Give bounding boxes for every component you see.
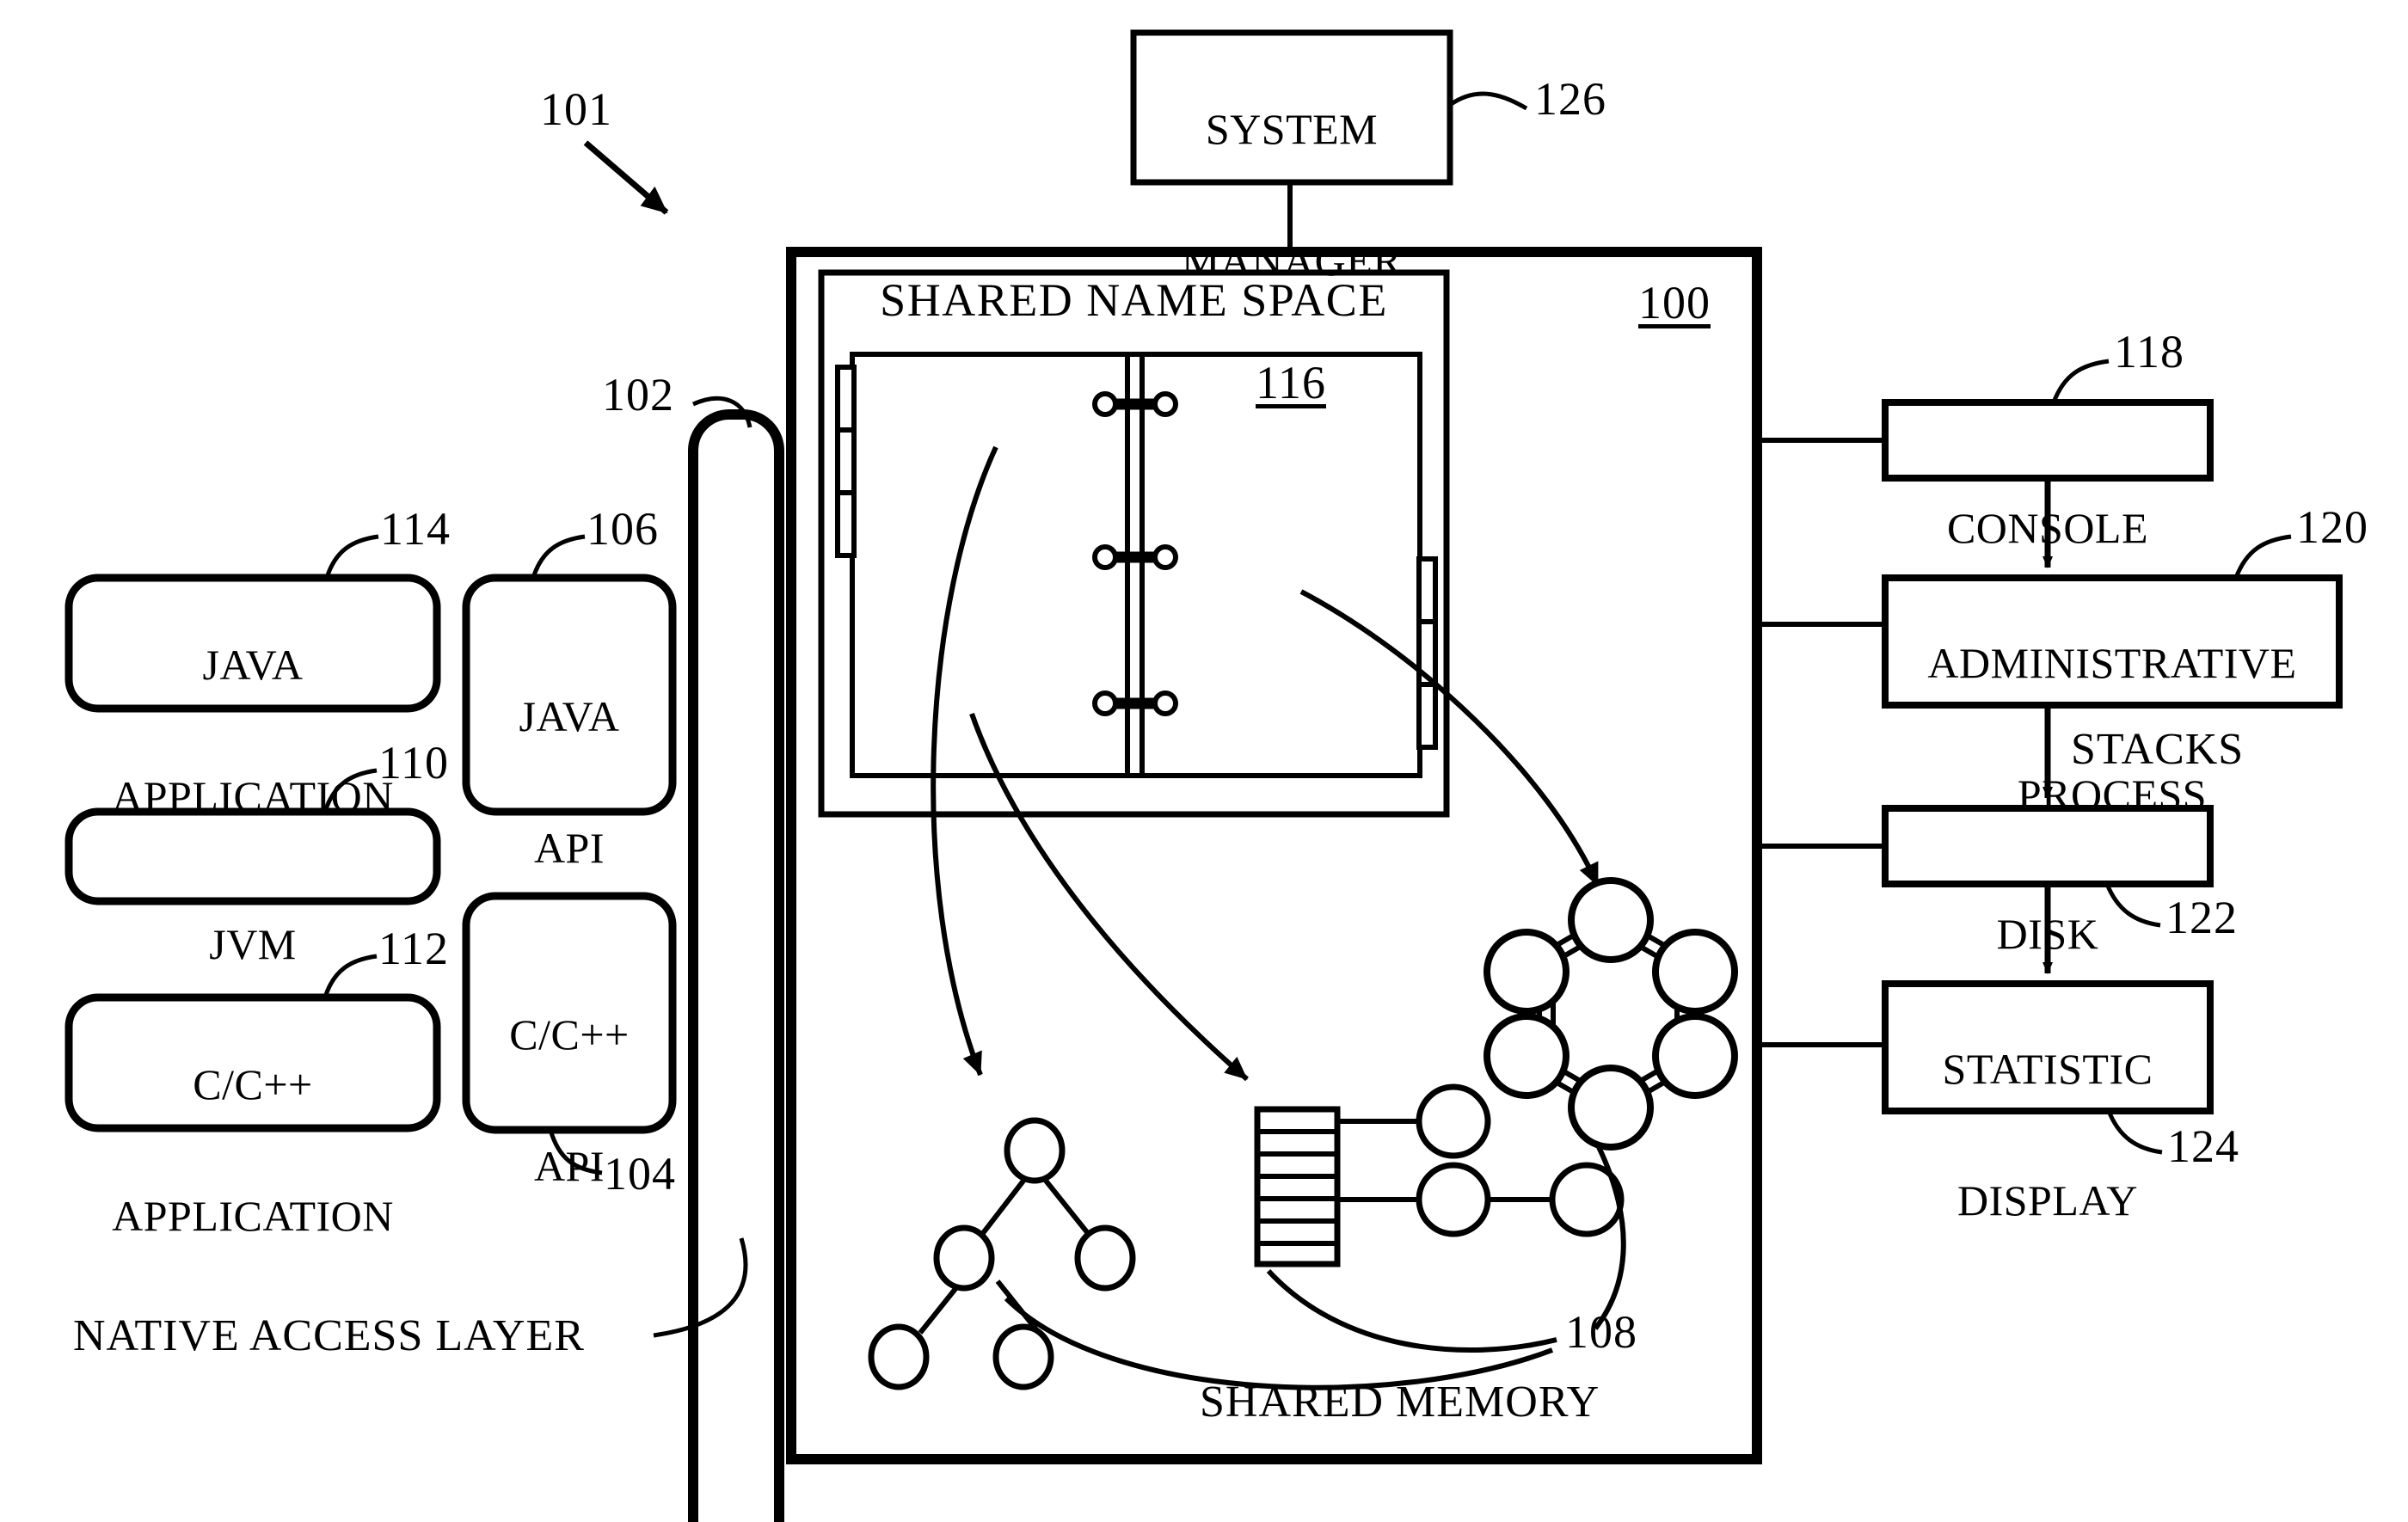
tree-node-leaf-1 <box>868 1323 930 1390</box>
ring-node-1 <box>1568 877 1654 963</box>
statistic-display-ref: 124 <box>2167 1120 2239 1172</box>
main-box-ref: 100 <box>1638 277 1711 328</box>
system-manager-box[interactable]: SYSTEM MANAGER <box>1133 33 1450 283</box>
native-access-layer-ref: 102 <box>602 369 674 420</box>
administrative-process-box[interactable]: ADMINISTRATIVE PROCESS <box>1885 578 2339 817</box>
figure-ref-101-arrow <box>583 140 669 215</box>
tree-node-leaf-2 <box>992 1323 1054 1390</box>
administrative-process-ref: 120 <box>2296 501 2368 553</box>
figure-ref-101: 101 <box>540 83 612 135</box>
shared-name-space-ref: 116 <box>1256 357 1326 408</box>
administrative-process-label-line1: ADMINISTRATIVE <box>1927 639 2297 687</box>
tree-node-left <box>933 1224 995 1292</box>
ring-node-5 <box>1652 1013 1738 1099</box>
jvm-box[interactable]: JVM <box>69 812 437 966</box>
hash-chain-node-2 <box>1416 1162 1491 1237</box>
c-application-label-line1: C/C++ <box>193 1060 313 1108</box>
jvm-label: JVM <box>209 919 297 968</box>
system-manager-label-line1: SYSTEM <box>1205 105 1379 153</box>
java-application-ref: 114 <box>380 503 451 555</box>
shared-name-space-title: SHARED NAME SPACE <box>880 274 1388 326</box>
binder-notebook-icon <box>835 352 1438 778</box>
tree-node-root <box>1004 1117 1066 1184</box>
java-api-box[interactable]: JAVA API <box>466 578 673 870</box>
statistic-display-box[interactable]: STATISTIC DISPLAY <box>1885 984 2210 1223</box>
java-application-box[interactable]: JAVA APPLICATION <box>69 578 437 819</box>
ring-node-4 <box>1484 1013 1570 1099</box>
c-api-box[interactable]: C/C++ API <box>466 896 673 1188</box>
ring-node-6 <box>1568 1065 1654 1151</box>
ring-node-3 <box>1652 929 1738 1015</box>
system-manager-ref: 126 <box>1534 73 1606 125</box>
console-box[interactable]: CONSOLE <box>1885 402 2210 549</box>
ring-node-2 <box>1484 929 1570 1015</box>
java-api-label-line2: API <box>533 824 605 872</box>
disk-label: DISK <box>1996 909 2099 958</box>
patent-figure-page: 101 SYSTEM MANAGER 126 100 SHARED NAME S… <box>0 0 2408 1522</box>
c-application-label-line2: APPLICATION <box>112 1192 394 1240</box>
statistic-display-label-line1: STATISTIC <box>1942 1045 2153 1093</box>
hash-chain-node-1 <box>1416 1083 1491 1159</box>
java-api-ref: 106 <box>587 503 659 555</box>
c-api-ref: 104 <box>604 1148 676 1200</box>
java-api-label-line1: JAVA <box>519 692 620 740</box>
c-api-label-line1: C/C++ <box>509 1010 630 1059</box>
disk-ref: 122 <box>2165 892 2238 943</box>
console-label: CONSOLE <box>1946 503 2149 552</box>
java-application-label-line1: JAVA <box>202 641 304 689</box>
data-structures-ref: 108 <box>1565 1306 1637 1358</box>
tree-node-right <box>1074 1224 1136 1292</box>
shared-memory-label: SHARED MEMORY <box>1200 1378 1600 1427</box>
statistic-display-label-line2: DISPLAY <box>1956 1176 2139 1224</box>
console-ref: 118 <box>2114 326 2184 377</box>
c-application-box[interactable]: C/C++ APPLICATION <box>69 997 437 1238</box>
disk-box[interactable]: DISK <box>1885 808 2210 955</box>
stacks-label: STACKS <box>2071 725 2245 774</box>
